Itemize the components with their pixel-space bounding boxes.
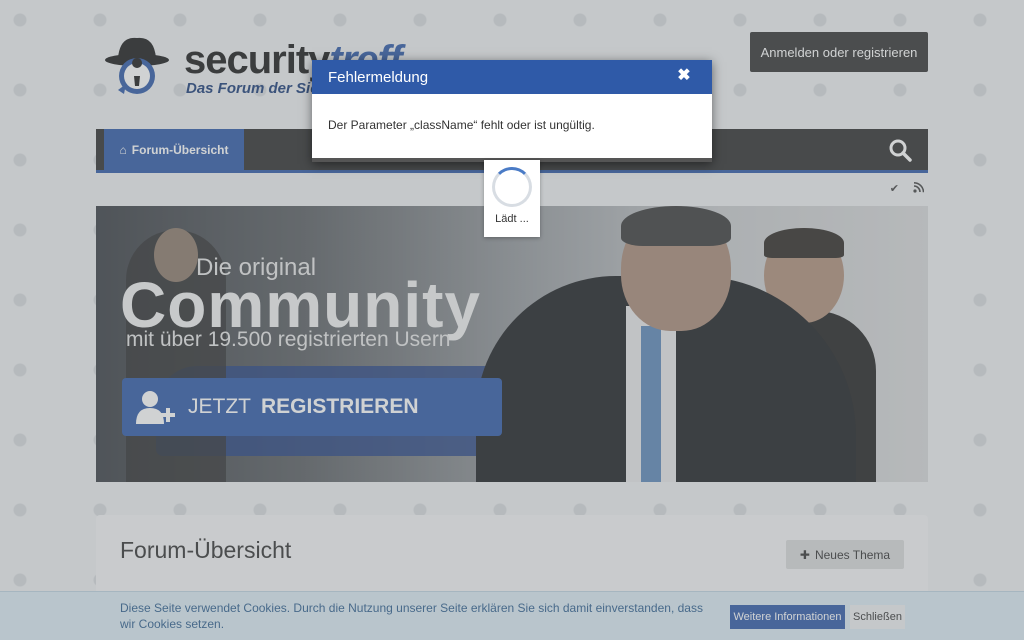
error-dialog: Fehlermeldung ✖ Der Parameter „className… (312, 60, 712, 162)
spinner-icon (492, 167, 532, 207)
loading-label: Lädt ... (495, 213, 529, 225)
close-icon[interactable]: ✖ (676, 68, 692, 84)
dialog-header: Fehlermeldung ✖ (312, 60, 712, 94)
dialog-message: Der Parameter „className“ fehlt oder ist… (328, 118, 595, 132)
loading-indicator: Lädt ... (484, 160, 540, 237)
dialog-title: Fehlermeldung (328, 68, 429, 86)
